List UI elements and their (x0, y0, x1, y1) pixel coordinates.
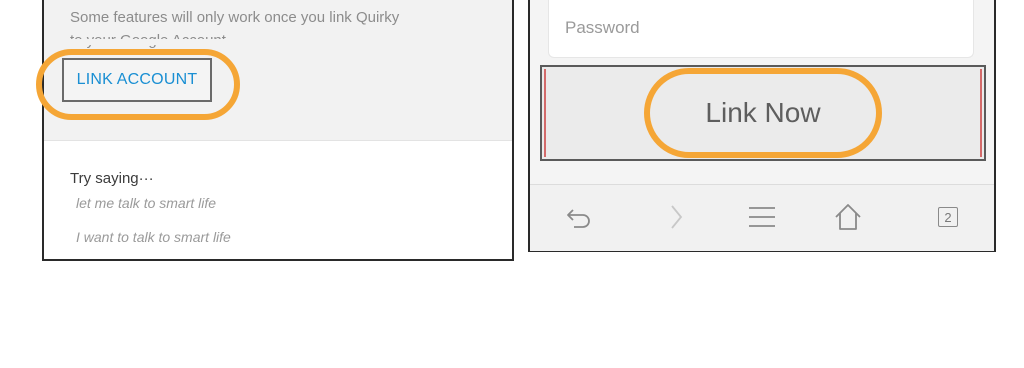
clipped-text-mask (70, 39, 512, 45)
link-account-button[interactable]: LINK ACCOUNT (62, 58, 212, 102)
home-button[interactable] (828, 199, 868, 235)
link-notice-line1: Some features will only work once you li… (70, 9, 400, 26)
tab-count-badge: 2 (938, 207, 958, 227)
try-saying-example: let me talk to smart life (76, 195, 217, 211)
account-link-card: Some features will only work once you li… (36, 0, 512, 141)
forward-button[interactable] (656, 199, 696, 235)
button-edge (544, 69, 546, 157)
assistant-panel: Some features will only work once you li… (36, 0, 514, 261)
try-saying-heading: Try saying··· (70, 170, 154, 187)
browser-nav-bar: 2 (530, 184, 994, 251)
forward-icon (671, 205, 683, 229)
back-icon (567, 209, 590, 228)
menu-button[interactable] (742, 199, 782, 235)
browser-login-panel: Link Now 2 (528, 0, 996, 252)
try-saying-example: I want to talk to smart life (76, 229, 231, 245)
button-edge (980, 69, 982, 157)
link-notice: Some features will only work once you li… (70, 6, 490, 52)
back-button[interactable] (560, 199, 600, 235)
link-now-label: Link Now (705, 97, 821, 128)
tabs-button[interactable]: 2 (928, 199, 968, 235)
home-icon (835, 204, 861, 230)
link-now-button[interactable]: Link Now (540, 65, 986, 161)
password-input[interactable] (548, 0, 974, 58)
menu-icon (749, 207, 775, 227)
